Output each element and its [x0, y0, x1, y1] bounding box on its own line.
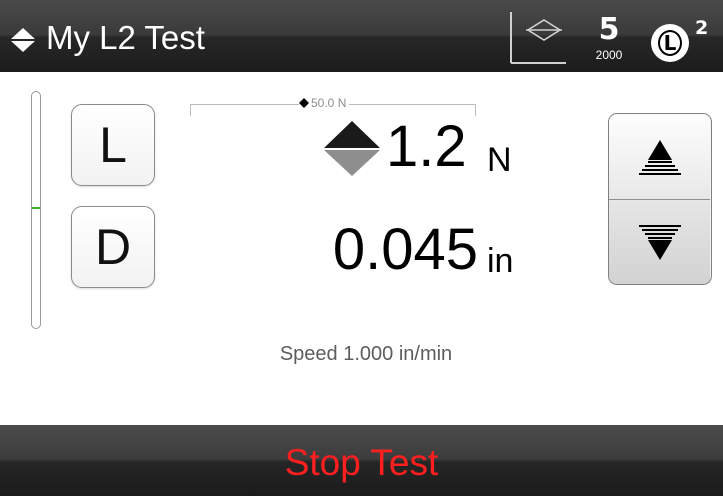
position-gauge	[31, 91, 41, 329]
small-diamond-icon	[299, 98, 309, 108]
displacement-zero-button[interactable]: D	[71, 206, 155, 288]
graph-axes-icon[interactable]	[508, 10, 568, 66]
load-direction-icon	[324, 121, 380, 176]
displacement-unit: in	[487, 242, 514, 280]
load-limit-label: 50.0 N	[311, 96, 347, 110]
jog-down-arrow-icon	[638, 224, 681, 260]
jog-up-arrow-icon	[638, 139, 681, 175]
jog-down-button[interactable]	[609, 200, 710, 284]
speed-limit-value: 2000	[595, 48, 623, 62]
load-limit-indicator: 50.0 N	[299, 95, 350, 111]
stop-test-label: Stop Test	[284, 441, 439, 483]
stop-test-button[interactable]: Stop Test	[0, 425, 723, 496]
header-bar: My L2 Test 5 2000 L 2	[0, 0, 723, 72]
speed-setting-icon[interactable]: 5 2000	[592, 14, 626, 66]
load-unit: N	[487, 141, 512, 179]
load-value: 1.2	[386, 114, 467, 179]
test-title: My L2 Test	[46, 19, 205, 56]
position-marker	[32, 207, 40, 209]
displacement-value: 0.045	[332, 217, 478, 282]
speed-digit: 5	[598, 12, 620, 47]
mode-letter: L	[658, 30, 682, 56]
mode-superscript: 2	[695, 17, 709, 39]
up-down-diamond-icon	[11, 28, 35, 52]
load-mode-icon[interactable]: L	[651, 24, 689, 62]
jog-control	[608, 113, 712, 285]
jog-up-button[interactable]	[609, 114, 710, 200]
load-zero-button[interactable]: L	[71, 104, 155, 186]
speed-readout: Speed 1.000 in/min	[279, 343, 453, 365]
